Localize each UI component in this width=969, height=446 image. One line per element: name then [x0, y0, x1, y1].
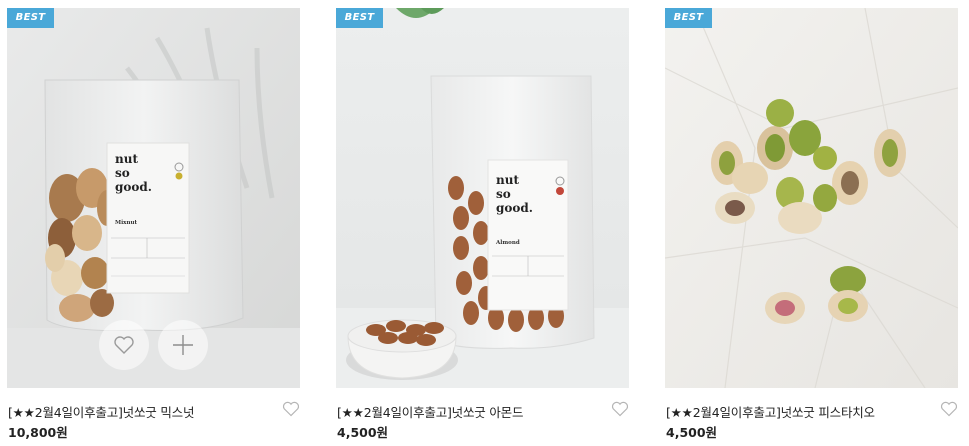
plus-icon — [173, 335, 193, 355]
bag-brand-line-3: good. — [496, 201, 533, 215]
bag-variant: Mixnut — [115, 220, 137, 226]
heart-outline-icon — [611, 401, 629, 417]
bag-brand-line-1: nut — [496, 173, 519, 187]
product-image-pistachio[interactable]: BEST — [665, 8, 958, 388]
product-image-almond[interactable]: BEST nut so good. Almond — [336, 8, 629, 388]
product-name[interactable]: [★★2월4일이후출고]넛쏘굿 믹스넛 — [8, 402, 194, 421]
product-info: [★★2월4일이후출고]넛쏘굿 아몬드 4,500원 — [336, 388, 629, 444]
wishlist-button[interactable] — [282, 401, 300, 417]
heart-icon — [114, 336, 134, 354]
heart-outline-icon — [940, 401, 958, 417]
product-image-mixnut[interactable]: BEST nut so good. Mixnut — [7, 8, 300, 388]
heart-outline-icon — [282, 401, 300, 417]
pistachio-photo — [665, 8, 958, 388]
bag-brand-line-2: so — [496, 187, 511, 201]
wishlist-button[interactable] — [940, 401, 958, 417]
product-price: 4,500원 — [666, 425, 718, 440]
hover-add-cart-button[interactable] — [158, 320, 208, 370]
product-info: [★★2월4일이후출고]넛쏘굿 피스타치오 4,500원 — [665, 388, 958, 444]
product-price: 4,500원 — [337, 425, 389, 440]
product-price: 10,800원 — [8, 425, 68, 440]
wishlist-button[interactable] — [611, 401, 629, 417]
bag-brand-line-1: nut — [115, 152, 138, 166]
best-badge: BEST — [665, 8, 712, 28]
best-badge: BEST — [7, 8, 54, 28]
bag-brand-line-2: so — [115, 166, 130, 180]
almond-photo: nut so good. Almond — [336, 8, 629, 388]
product-info: [★★2월4일이후출고]넛쏘굿 믹스넛 10,800원 — [7, 388, 300, 444]
product-card-pistachio[interactable]: BEST [★★2월4일이후출고]넛쏘굿 피스타치오 4,500원 — [665, 8, 958, 444]
bag-brand-line-3: good. — [115, 180, 152, 194]
product-name[interactable]: [★★2월4일이후출고]넛쏘굿 아몬드 — [337, 402, 523, 421]
product-card-mixnut[interactable]: BEST nut so good. Mixnut [★★2월4일이후출고]넛쏘굿… — [7, 8, 300, 444]
product-card-almond[interactable]: BEST nut so good. Almond [★★2월4일이후출고]넛쏘굿… — [336, 8, 629, 444]
best-badge: BEST — [336, 8, 383, 28]
hover-wishlist-button[interactable] — [99, 320, 149, 370]
product-name[interactable]: [★★2월4일이후출고]넛쏘굿 피스타치오 — [666, 402, 875, 421]
bag-variant: Almond — [495, 240, 520, 246]
mixnut-photo: nut so good. Mixnut — [7, 8, 300, 388]
